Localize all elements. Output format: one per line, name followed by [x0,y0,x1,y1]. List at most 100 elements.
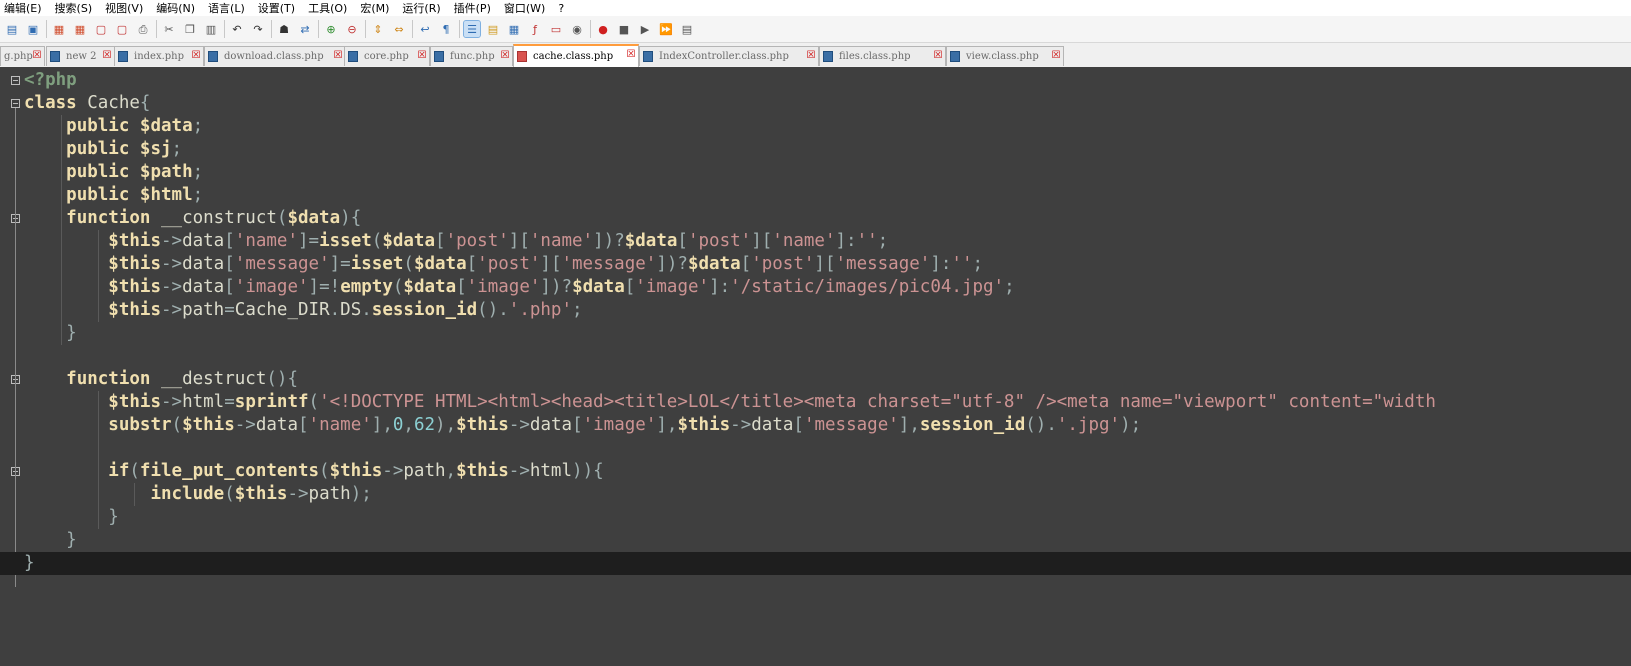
save-all-icon[interactable]: ▦ [72,21,88,37]
word-wrap-icon[interactable]: ↩ [417,21,433,37]
code-line[interactable]: $this->data['image']=!empty($data['image… [24,276,1631,299]
redo-icon[interactable]: ↷ [250,21,266,37]
tab-close-icon[interactable]: ☒ [626,50,636,60]
code-line[interactable]: function __destruct(){ [24,368,1631,391]
code-line[interactable]: } [24,506,1631,529]
code-line[interactable]: } [0,552,1631,575]
toolbar-separator [271,20,272,38]
tab-new-2[interactable]: new 2 ☒ [46,46,115,66]
code-line[interactable]: if(file_put_contents($this->path,$this->… [24,460,1631,483]
function-list-icon[interactable]: ƒ [527,21,543,37]
tab-download-class-php[interactable]: download.class.php ☒ [204,46,346,66]
menu-item-0[interactable]: 编辑(E) [4,0,42,16]
run-macro-multiple-icon[interactable]: ⏩ [658,21,674,37]
fold-toggle-icon[interactable] [11,99,20,108]
menu-item-5[interactable]: 设置(T) [258,0,295,16]
undo-icon[interactable]: ↶ [229,21,245,37]
tab-close-icon[interactable]: ☒ [1051,51,1061,61]
toolbar-separator [459,20,460,38]
menu-item-10[interactable]: 窗口(W) [504,0,545,16]
paste-icon[interactable]: ▥ [203,21,219,37]
fold-toggle-icon[interactable] [11,76,20,85]
folder-workspace-icon[interactable]: ▭ [548,21,564,37]
menu-item-9[interactable]: 插件(P) [454,0,491,16]
replace-icon[interactable]: ⇄ [297,21,313,37]
menu-item-3[interactable]: 编码(N) [156,0,195,16]
zoom-in-icon[interactable]: ⊕ [323,21,339,37]
code-line[interactable]: <?php [24,69,1631,92]
print-icon[interactable]: ⎙ [135,21,151,37]
tab-close-icon[interactable]: ☒ [500,51,510,61]
menu-item-6[interactable]: 工具(O) [308,0,347,16]
menu-item-7[interactable]: 宏(M) [360,0,389,16]
code-line[interactable]: public $html; [24,184,1631,207]
tab-indexcontroller-class-php[interactable]: IndexController.class.php ☒ [639,46,819,66]
tab-index-php[interactable]: index.php ☒ [114,46,204,66]
save-icon[interactable]: ▦ [51,21,67,37]
monitoring-icon[interactable]: ◉ [569,21,585,37]
toolbar-separator [224,20,225,38]
save-macro-icon[interactable]: ▤ [679,21,695,37]
play-macro-icon[interactable]: ▶ [637,21,653,37]
code-line[interactable]: $this->html=sprintf('<!DOCTYPE HTML><htm… [24,391,1631,414]
tab-files-class-php[interactable]: files.class.php ☒ [819,46,946,66]
code-line[interactable]: public $sj; [24,138,1631,161]
tab-cache-class-php[interactable]: cache.class.php ☒ [513,44,639,67]
code-line[interactable]: $this->data['name']=isset($data['post'][… [24,230,1631,253]
zoom-out-icon[interactable]: ⊖ [344,21,360,37]
menu-item-2[interactable]: 视图(V) [105,0,143,16]
code-line[interactable]: } [24,529,1631,552]
fold-margin [0,67,22,666]
code-area[interactable]: <?php class Cache{ public $data; public $… [0,69,1631,575]
tab-core-php[interactable]: core.php ☒ [344,46,430,66]
tab-close-icon[interactable]: ☒ [102,51,112,61]
open-file-icon[interactable]: ▣ [25,21,41,37]
menu-item-11[interactable]: ? [558,2,564,15]
sync-horizontal-icon[interactable]: ⇔ [391,21,407,37]
indent-guide-icon[interactable]: ☰ [463,20,481,38]
code-line[interactable]: class Cache{ [24,92,1631,115]
code-line[interactable]: include($this->path); [24,483,1631,506]
record-macro-icon[interactable]: ● [595,21,611,37]
code-line[interactable]: substr($this->data['name'],0,62),$this->… [24,414,1631,437]
menu-item-1[interactable]: 搜索(S) [55,0,93,16]
new-file-icon[interactable]: ▤ [4,21,20,37]
menu-item-8[interactable]: 运行(R) [402,0,440,16]
code-line[interactable]: } [24,322,1631,345]
fold-line [15,108,16,587]
indent-guide [134,483,136,506]
code-line[interactable] [24,345,1631,368]
tab-label: func.php [450,51,495,62]
stop-macro-icon[interactable]: ■ [616,21,632,37]
code-line[interactable]: public $data; [24,115,1631,138]
code-line[interactable]: $this->path=Cache_DIR.DS.session_id().'.… [24,299,1631,322]
toolbar-separator [318,20,319,38]
close-all-icon[interactable]: ▢ [114,21,130,37]
code-line[interactable] [24,437,1631,460]
menu-item-4[interactable]: 语言(L) [208,0,245,16]
close-icon[interactable]: ▢ [93,21,109,37]
code-line[interactable]: $this->data['message']=isset($data['post… [24,253,1631,276]
code-line[interactable]: public $path; [24,161,1631,184]
tab-close-icon[interactable]: ☒ [32,51,42,61]
saved-file-icon [823,51,833,62]
cut-icon[interactable]: ✂ [161,21,177,37]
find-icon[interactable]: ☗ [276,21,292,37]
copy-icon[interactable]: ❐ [182,21,198,37]
unsaved-file-icon [517,51,527,62]
code-editor[interactable]: <?php class Cache{ public $data; public $… [0,67,1631,666]
code-line[interactable]: function __construct($data){ [24,207,1631,230]
tab-close-icon[interactable]: ☒ [417,51,427,61]
tab-close-icon[interactable]: ☒ [333,51,343,61]
tab-close-icon[interactable]: ☒ [806,51,816,61]
tab-view-class-php[interactable]: view.class.php ☒ [946,46,1064,66]
tab-close-icon[interactable]: ☒ [191,51,201,61]
doc-map-icon[interactable]: ▦ [506,21,522,37]
show-all-chars-icon[interactable]: ¶ [438,21,454,37]
tab-func-php[interactable]: func.php ☒ [430,46,513,66]
sync-vertical-icon[interactable]: ⇕ [370,21,386,37]
tab-close-icon[interactable]: ☒ [933,51,943,61]
user-lang-icon[interactable]: ▤ [485,21,501,37]
tab-label: view.class.php [966,51,1039,62]
tab-g-php[interactable]: g.php ☒ [0,46,45,66]
